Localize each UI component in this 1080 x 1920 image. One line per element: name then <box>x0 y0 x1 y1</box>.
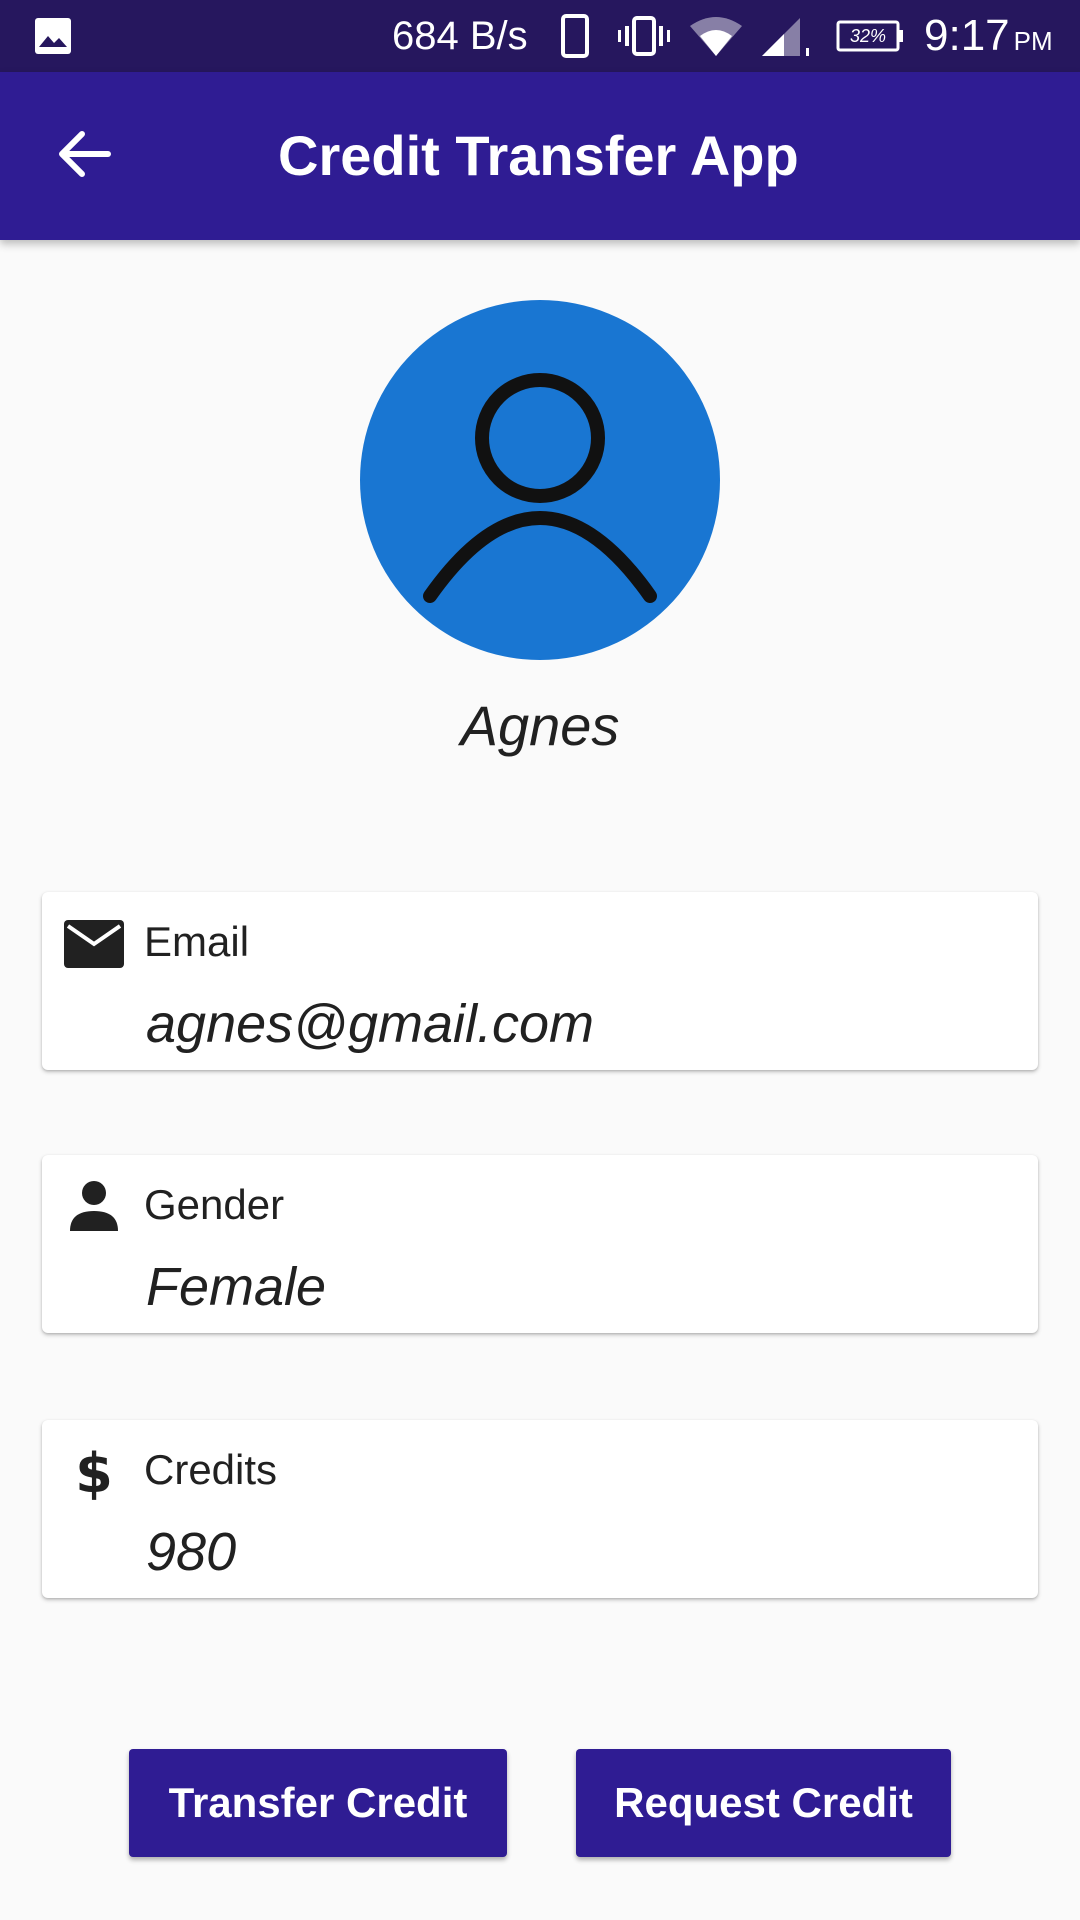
credits-value: 980 <box>146 1522 237 1582</box>
image-notification-icon <box>35 18 71 54</box>
avatar <box>360 300 720 660</box>
vibrate-icon <box>618 16 670 56</box>
email-card: Email agnes@gmail.com <box>42 892 1038 1070</box>
transfer-credit-button[interactable]: Transfer Credit <box>129 1749 507 1857</box>
person-icon <box>70 1181 118 1231</box>
network-speed: 684 B/s <box>392 14 528 58</box>
dollar-icon: $ <box>75 1442 113 1504</box>
email-label: Email <box>144 918 250 965</box>
status-bar: 684 B/s 32% 9:17 PM <box>0 0 1080 72</box>
user-avatar-icon <box>423 373 657 603</box>
phone-icon <box>561 14 589 58</box>
credits-label: Credits <box>144 1446 278 1493</box>
app-title: Credit Transfer App <box>278 124 799 187</box>
gender-card: Gender Female <box>42 1155 1038 1333</box>
app-bar: Credit Transfer App <box>0 72 1080 240</box>
svg-text:$: $ <box>75 1442 113 1504</box>
battery-level: 32% <box>849 26 887 46</box>
gender-label: Gender <box>144 1181 285 1228</box>
email-icon <box>64 920 124 968</box>
gender-value: Female <box>146 1257 327 1317</box>
profile-name: Agnes <box>460 694 620 757</box>
cell-signal-icon <box>762 18 809 56</box>
wifi-icon <box>690 17 742 56</box>
request-credit-button[interactable]: Request Credit <box>576 1749 951 1857</box>
email-value: agnes@gmail.com <box>146 994 595 1054</box>
back-arrow-icon[interactable] <box>52 122 116 186</box>
credits-card: $ Credits 980 <box>42 1420 1038 1598</box>
clock: 9:17 PM <box>924 11 1053 60</box>
